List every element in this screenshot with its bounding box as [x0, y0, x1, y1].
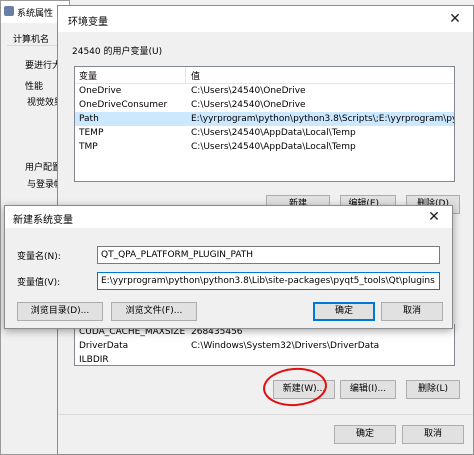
variable-name-label: 变量名(N): [17, 252, 61, 262]
list-item-selected[interactable]: Path E:\yyrprogram\python\python3.8\Scri… [75, 112, 454, 126]
list-item[interactable]: OneDrive C:\Users\24540\OneDrive [75, 84, 454, 98]
list-item[interactable]: TEMP C:\Users\24540\AppData\Local\Temp [75, 126, 454, 140]
system-vars-list[interactable]: CUDA_CACHE_MAXSIZE 268435456 DriverData … [74, 324, 455, 366]
list-item[interactable]: TMP C:\Users\24540\AppData\Local\Temp [75, 140, 454, 154]
bottom-divider [58, 414, 473, 415]
system-delete-button[interactable]: 删除(L) [406, 380, 460, 399]
new-var-cancel-button[interactable]: 取消 [381, 302, 443, 321]
performance-section-label: 性能 [25, 82, 44, 92]
variable-name-input[interactable]: QT_QPA_PLATFORM_PLUGIN_PATH [97, 246, 440, 264]
gear-icon [4, 6, 14, 16]
env-ok-button[interactable]: 确定 [334, 425, 396, 444]
browse-file-button[interactable]: 浏览文件(F)... [111, 302, 197, 321]
new-var-ok-button[interactable]: 确定 [313, 302, 375, 321]
list-item[interactable]: DriverData C:\Windows\System32\Drivers\D… [75, 339, 454, 353]
close-icon[interactable]: ✕ [416, 206, 452, 228]
list-item[interactable]: ILBDIR [75, 353, 454, 365]
user-vars-list-header: 变量 值 [75, 67, 454, 84]
variable-value-label: 变量值(V): [17, 278, 61, 288]
advanced-hint-text: 要进行大 [25, 61, 62, 71]
new-var-titlebar: 新建系统变量 ✕ [5, 206, 452, 228]
user-profile-section-label: 用户配置 [25, 163, 62, 173]
list-item[interactable]: OneDriveConsumer C:\Users\24540\OneDrive [75, 98, 454, 112]
new-system-variable-dialog: 新建系统变量 ✕ 变量名(N): QT_QPA_PLATFORM_PLUGIN_… [4, 205, 453, 329]
col-header-variable[interactable]: 变量 [79, 69, 97, 82]
user-vars-list[interactable]: 变量 值 OneDrive C:\Users\24540\OneDrive On… [74, 66, 455, 182]
close-icon[interactable]: ✕ [437, 6, 473, 32]
variable-value-input[interactable]: E:\yyrprogram\python\python3.8\Lib\site-… [97, 272, 440, 290]
new-var-title: 新建系统变量 [13, 215, 73, 226]
tab-computer-name[interactable]: 计算机名 [13, 32, 49, 45]
system-edit-button[interactable]: 编辑(I)... [340, 380, 396, 399]
env-titlebar: 环境变量 ✕ [58, 6, 473, 32]
browse-directory-button[interactable]: 浏览目录(D)... [17, 302, 103, 321]
env-cancel-button[interactable]: 取消 [402, 425, 464, 444]
user-vars-label: 24540 的用户变量(U) [72, 47, 163, 57]
system-properties-title: 系统属性 [17, 9, 54, 19]
env-title: 环境变量 [68, 17, 108, 28]
col-header-value[interactable]: 值 [191, 69, 200, 82]
